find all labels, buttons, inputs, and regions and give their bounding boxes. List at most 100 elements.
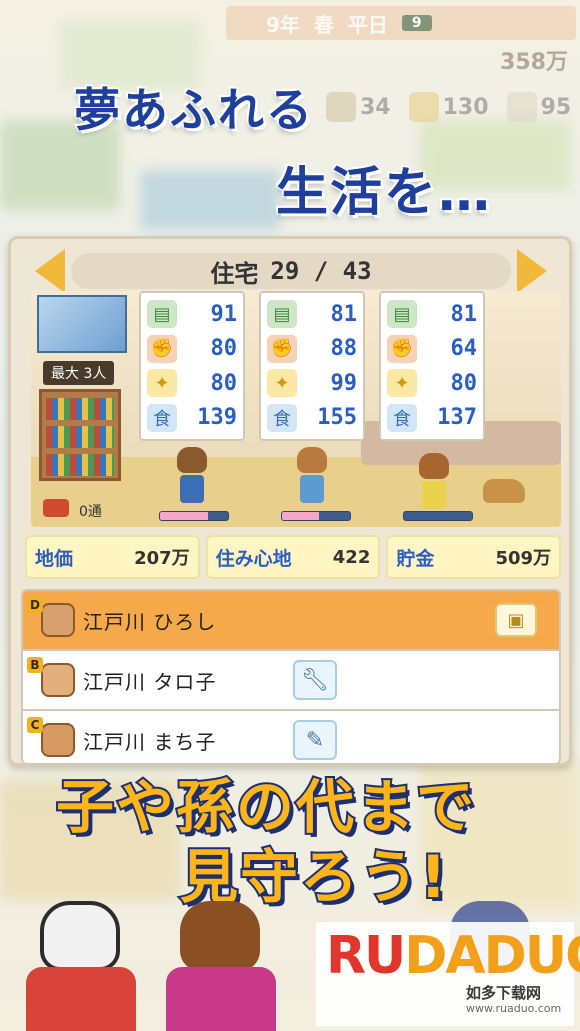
resident-gauge-1 (159, 511, 229, 521)
strength-value: 88 (330, 336, 358, 362)
capacity-label: 最大 3人 (43, 361, 115, 385)
resident-stats-card-2: ▤ 81 ✊ 88 ✦ 99 食 155 (259, 291, 365, 441)
house-count: 29 / 43 (270, 257, 372, 285)
strength-icon: ✊ (267, 334, 297, 363)
resident-gauge-fill (160, 512, 208, 520)
weather-count: 9 (401, 15, 432, 31)
stat-book: 34 (326, 92, 391, 122)
strength-icon: ✊ (387, 334, 417, 363)
mailbox-icon[interactable] (43, 499, 69, 517)
rank-badge: B (27, 657, 43, 673)
housing-panel: 住宅 29 / 43 最大 3人 ▤ 91 ✊ 80 ✦ 80 食 139 ▤ 81 ✊ 8… (8, 236, 572, 766)
resident-gauge-2 (281, 511, 351, 521)
pet-dog-icon (483, 479, 525, 503)
intellect-value: 81 (330, 301, 358, 327)
sparkle-value: 99 (330, 370, 358, 396)
watermark-logo: RUDADUO 如多下载网 www.ruaduo.com (316, 922, 580, 1026)
music-note-icon (408, 92, 439, 122)
book-icon (326, 92, 356, 122)
intellect-icon: ▤ (267, 300, 297, 329)
intellect-value: 81 (450, 301, 478, 327)
food-value: 139 (197, 405, 237, 431)
comfort-value: 422 (332, 546, 371, 568)
resident-stats-card-1: ▤ 91 ✊ 80 ✦ 80 食 139 (139, 291, 245, 441)
sparkle-icon: ✦ (387, 369, 417, 398)
strength-icon: ✊ (147, 334, 177, 363)
watermark-brand: RUDADUO (326, 926, 580, 986)
avatar (41, 723, 75, 757)
intellect-icon: ▤ (387, 300, 417, 329)
headline-line-1: 夢あふれる (73, 82, 314, 139)
character-girl-sprite (150, 901, 290, 1031)
sparkle-icon: ✦ (147, 369, 177, 398)
intellect-value: 91 (210, 301, 238, 327)
day-type-label: 平日 (347, 12, 388, 37)
strength-value: 64 (450, 336, 478, 362)
stat-music-value: 130 (442, 94, 489, 120)
strength-value: 80 (210, 336, 238, 362)
resident-gauge-3 (403, 511, 473, 521)
family-member-name: 江戸川 まち子 (83, 729, 217, 754)
room-scene: 最大 3人 ▤ 91 ✊ 80 ✦ 80 食 139 ▤ 81 ✊ 88 ✦ 99 食 155 … (31, 291, 561, 527)
panel-title: 住宅 29 / 43 (71, 253, 511, 289)
avatar (41, 663, 75, 697)
resident-gauge-fill (282, 512, 320, 520)
sparkle-value: 80 (210, 370, 238, 396)
resident-stats-card-3: ▤ 81 ✊ 64 ✦ 80 食 137 (379, 291, 485, 441)
house-summary: 地価 207万 住み心地 422 貯金 509万 (25, 535, 562, 579)
resident-sprite-1[interactable] (177, 447, 207, 509)
land-price-value: 207万 (134, 548, 190, 569)
next-house-arrow-icon[interactable] (517, 249, 547, 293)
food-icon: 食 (147, 403, 177, 432)
food-icon: 食 (267, 403, 297, 432)
comfort: 住み心地 422 (205, 535, 381, 579)
family-row-2[interactable]: B 江戸川 タロ子 🔧︎ (23, 651, 559, 711)
watermark-url: www.ruaduo.com (466, 1002, 562, 1015)
stat-music: 130 (408, 92, 489, 122)
money-display: 358万 (500, 50, 568, 75)
mail-count: 0通 (79, 504, 102, 520)
headline-line-2: 生活を… (274, 162, 493, 225)
family-member-name: 江戸川 ひろし (83, 609, 217, 634)
avatar (41, 603, 75, 637)
watermark-site-name: 如多下载网 (466, 984, 542, 1002)
panel-title-label: 住宅 (210, 259, 259, 288)
resident-sprite-3[interactable] (419, 453, 449, 515)
savings-label: 貯金 (396, 547, 435, 570)
sparkle-icon: ✦ (267, 369, 297, 398)
family-row-3[interactable]: C 江戸川 まち子 ✎ (23, 711, 559, 763)
brand-left: RU (326, 926, 406, 986)
food-value: 155 (317, 405, 357, 431)
family-member-name: 江戸川 タロ子 (83, 669, 217, 694)
rank-badge: C (27, 717, 43, 733)
date-bar: 9年 春 平日 9 (226, 6, 576, 40)
family-list: D 江戸川 ひろし ▣ B 江戸川 タロ子 🔧︎ C 江戸川 まち子 ✎ (21, 589, 561, 765)
tv-icon (506, 92, 537, 122)
land-price: 地価 207万 (25, 535, 200, 579)
apartment-building-icon (37, 295, 127, 353)
savings-value: 509万 (495, 548, 552, 569)
bookshelf-icon (39, 389, 121, 481)
prev-house-arrow-icon[interactable] (35, 249, 65, 293)
stat-book-value: 34 (360, 94, 391, 120)
brand-right: DADUO (404, 926, 580, 986)
season-label: 春 (313, 12, 334, 37)
sparkle-value: 80 (450, 370, 478, 396)
stat-tv: 95 (506, 92, 572, 122)
food-value: 137 (437, 405, 477, 431)
rank-badge: D (27, 597, 43, 613)
character-boy-sprite (10, 901, 150, 1031)
year-label: 9年 (266, 12, 300, 37)
role-card-icon[interactable]: ▣ (495, 603, 537, 637)
stat-tv-value: 95 (540, 94, 572, 120)
land-price-label: 地価 (35, 547, 74, 570)
comfort-label: 住み心地 (215, 547, 292, 570)
resident-sprite-2[interactable] (297, 447, 327, 509)
intellect-icon: ▤ (147, 300, 177, 329)
pencil-icon[interactable]: ✎ (293, 720, 337, 760)
family-row-1[interactable]: D 江戸川 ひろし ▣ (23, 591, 559, 651)
wrench-icon[interactable]: 🔧︎ (293, 660, 337, 700)
town-stats: 34 130 95 (326, 92, 571, 122)
savings: 貯金 509万 (386, 535, 562, 579)
food-icon: 食 (387, 403, 417, 432)
